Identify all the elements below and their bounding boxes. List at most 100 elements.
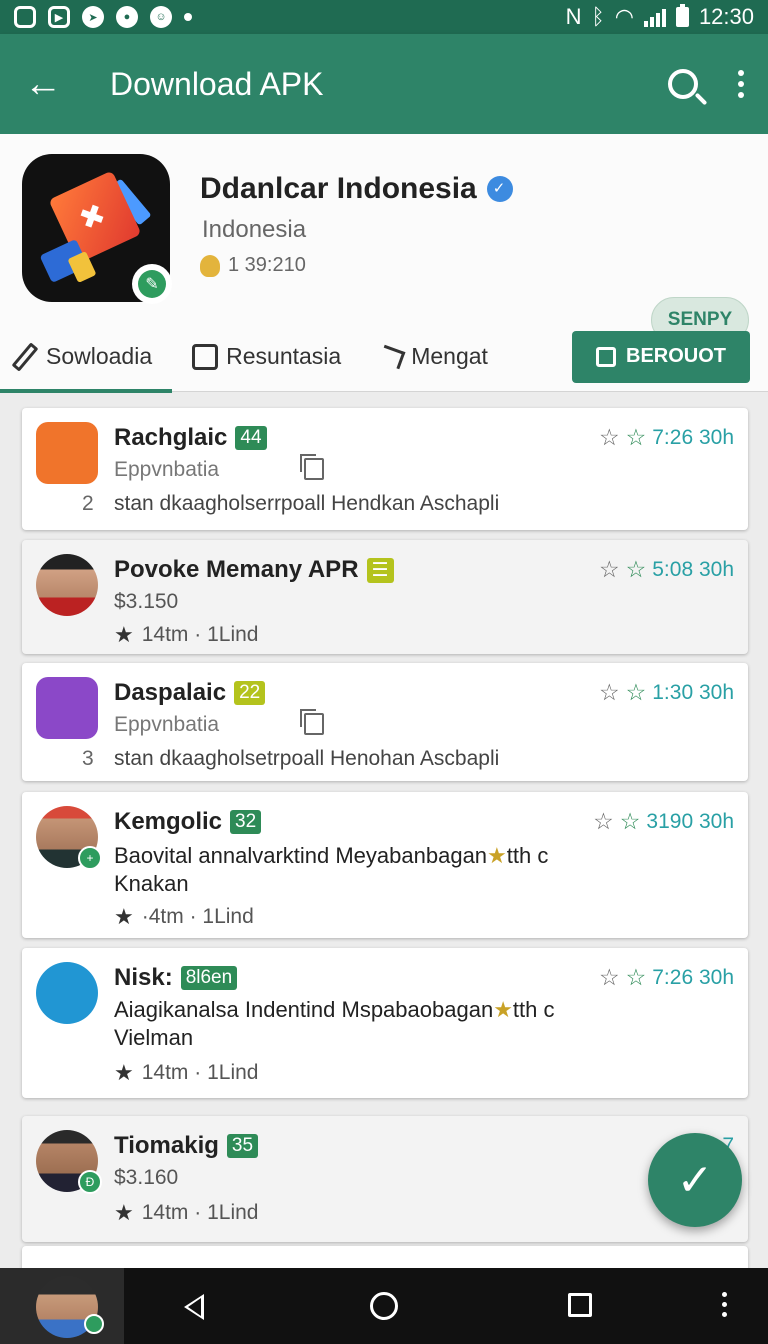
nav-home-icon[interactable] [370, 1292, 398, 1320]
item-name: Kemgolic [114, 808, 223, 835]
item-badge: 44 [235, 426, 267, 450]
tab-sowloadia[interactable]: Sowloadia [0, 322, 173, 393]
app-region: Indonesia [202, 216, 307, 243]
tool-app-icon [36, 422, 98, 484]
star-icon: ★ [114, 1200, 134, 1225]
list-item[interactable]: Nisk: 8l6en Aiagikanalsa Indentind Mspab… [22, 948, 748, 1098]
item-meta: ☆ ☆ 3190 30h [593, 808, 734, 835]
tab-bar: Sowloadia Resuntasia Mengat BEROUOT [0, 322, 768, 393]
edit-badge-icon: ✎ [132, 264, 172, 304]
verified-icon [486, 176, 513, 202]
item-desc-extra: tth c [506, 843, 549, 868]
profile-avatar[interactable] [0, 1268, 124, 1344]
notification-play-icon: ▶ [48, 6, 70, 28]
done-all-fab[interactable]: ✓ [648, 1133, 742, 1227]
app-name-text: Ddanlcar Indonesia [200, 172, 477, 205]
tab-label: Sowloadia [46, 343, 153, 369]
star-icon: ★ [114, 904, 134, 929]
item-title: Nisk: 8l6en [114, 964, 238, 992]
back-arrow-icon[interactable]: ← [24, 63, 84, 106]
bag-icon [596, 346, 616, 367]
item-time: 7:26 30h [652, 965, 734, 989]
notification-smile-icon: ☺ [150, 6, 172, 28]
item-badge: 22 [234, 681, 266, 705]
comment-icon [192, 343, 219, 370]
star-emoji-icon: ★ [487, 843, 507, 868]
nav-recents-icon[interactable] [568, 1293, 592, 1317]
app-meta: 1 39:210 [200, 254, 306, 277]
item-title: Rachglaic 44 [114, 424, 267, 452]
item-stat-text: ·4tm · 1Lind [141, 905, 254, 928]
item-title: Kemgolic 32 [114, 808, 262, 836]
list-item[interactable]: Rachglaic 44 Eppvnbatia 2 stan dkaaghols… [22, 408, 748, 530]
item-subtitle: Eppvnbatia [114, 713, 220, 736]
item-subtitle: Eppvnbatia [114, 458, 220, 481]
item-name: Povoke Memany APR [114, 556, 359, 583]
star-green-icon: ☆ [625, 424, 647, 450]
cell-signal-icon [643, 7, 666, 27]
nfc-icon: N [565, 4, 582, 29]
chat-app-icon [36, 962, 98, 1024]
item-name: Nisk: [114, 964, 173, 991]
list-item[interactable]: Povoke Memany APR ☰ $3.150 ★ 14tm · 1Lin… [22, 540, 748, 654]
avatar: + [36, 806, 102, 870]
item-stats: ★ 14tm · 1Lind [114, 1200, 258, 1226]
item-stats: ★ 14tm · 1Lind [114, 1060, 258, 1086]
battery-icon [675, 4, 689, 27]
star-outline-icon[interactable]: ☆ [599, 556, 620, 583]
clock: 12:30 [698, 4, 754, 29]
item-badge-icon: ☰ [366, 557, 394, 583]
star-outline-icon[interactable]: ☆ [599, 964, 620, 991]
item-title: Povoke Memany APR ☰ [114, 556, 394, 584]
status-bar: ▶ ➤ ● ☺ N ᛒ ◠ 12:30 [0, 0, 768, 34]
berouot-button-label: BEROUOT [626, 345, 726, 367]
copy-icon[interactable] [300, 454, 324, 480]
item-meta: ☆ ☆ 5:08 30h [599, 556, 734, 583]
item-meta: ☆ ☆ 7:26 30h [599, 964, 734, 991]
item-meta: ☆ ☆ 1:30 30h [599, 679, 734, 706]
list-item[interactable]: Ð Tiomakig 35 $3.160 ★ 14tm · 1Lind ☆ ☆ … [22, 1116, 748, 1242]
item-price: $3.150 [114, 590, 179, 613]
berouot-button[interactable]: BEROUOT [572, 330, 750, 383]
system-nav-bar [0, 1268, 768, 1344]
plus-badge-icon: + [78, 846, 102, 870]
online-badge-icon: Ð [78, 1170, 102, 1194]
tab-mengat[interactable]: Mengat [361, 322, 508, 392]
double-check-icon: ✓ [676, 1155, 714, 1205]
list-item[interactable]: Daspalaic 22 Eppvnbatia 3 stan dkaaghols… [22, 663, 748, 781]
item-name: Daspalaic [114, 679, 227, 706]
item-time: 5:08 30h [652, 557, 734, 581]
item-description: stan dkaagholsetrpoall Henohan Ascbapli [114, 747, 500, 770]
item-description: stan dkaagholserrpoall Hendkan Aschapli [114, 492, 500, 515]
nav-back-icon[interactable] [184, 1294, 204, 1320]
item-time: 7:26 30h [652, 425, 734, 449]
item-desc-line2: Vielman [114, 1025, 194, 1050]
star-green-icon: ☆ [619, 808, 641, 834]
star-emoji-icon: ★ [493, 997, 513, 1022]
star-outline-icon[interactable]: ☆ [599, 679, 620, 706]
avatar [36, 554, 98, 616]
item-number: 3 [82, 747, 94, 770]
star-green-icon: ☆ [625, 556, 647, 582]
tab-resuntasia[interactable]: Resuntasia [172, 322, 361, 392]
item-badge: 35 [226, 1134, 259, 1158]
copy-icon[interactable] [300, 709, 324, 735]
item-stats: ★ ·4tm · 1Lind [114, 904, 254, 930]
item-desc-text: Aiagikanalsa Indentind Mspabaobagan [114, 997, 494, 1022]
item-name: Tiomakig [114, 1132, 219, 1159]
more-options-icon[interactable] [738, 70, 744, 98]
nav-more-icon[interactable] [722, 1292, 727, 1317]
bulb-icon [200, 254, 220, 277]
star-green-icon: ☆ [625, 679, 647, 705]
star-outline-icon[interactable]: ☆ [593, 808, 614, 835]
search-icon[interactable] [668, 69, 698, 99]
page-title: Download APK [110, 65, 324, 102]
item-meta: ☆ ☆ 7:26 30h [599, 424, 734, 451]
item-desc-text: Baovital annalvarktind Meyabanbagan [114, 843, 488, 868]
star-icon: ★ [114, 622, 134, 647]
star-outline-icon[interactable]: ☆ [599, 424, 620, 451]
app-header: ✖ ✎ Ddanlcar Indonesia Indonesia 1 39:21… [0, 134, 768, 393]
list-item[interactable]: + Kemgolic 32 Baovital annalvarktind Mey… [22, 792, 748, 938]
app-bar: ← Download APK [0, 34, 768, 134]
item-number: 2 [82, 492, 94, 515]
